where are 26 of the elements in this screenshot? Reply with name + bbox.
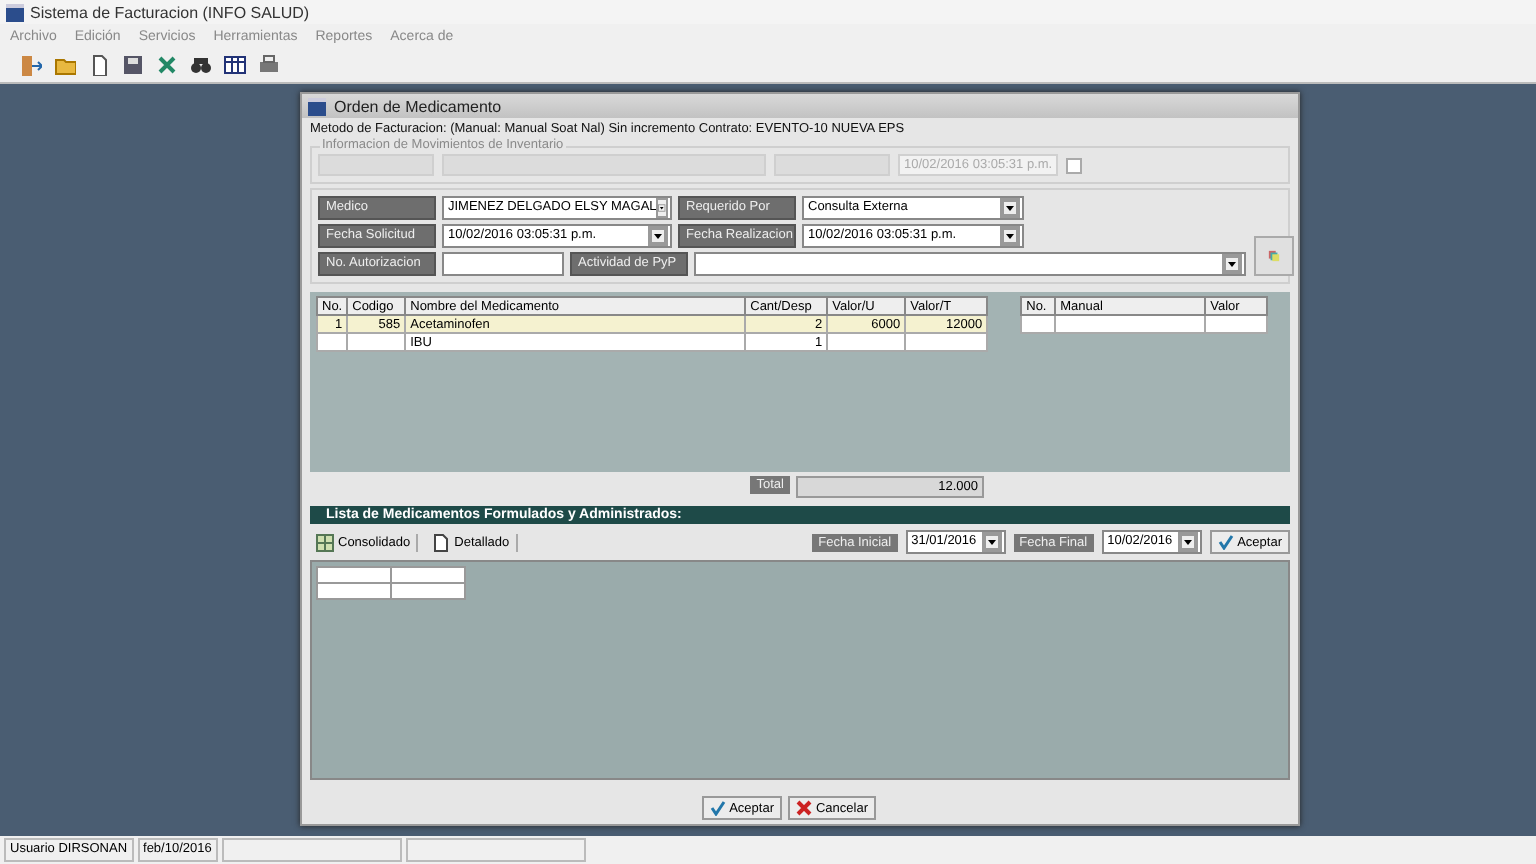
dropdown-arrow-icon[interactable] — [981, 532, 1002, 552]
grid-icon — [316, 533, 334, 551]
folder-icon[interactable] — [54, 54, 76, 76]
close-icon — [795, 800, 812, 816]
dropdown-arrow-icon[interactable] — [1000, 226, 1020, 246]
checkmark-icon — [709, 800, 726, 816]
dialog-title: Orden de Medicamento — [334, 97, 502, 115]
save-icon[interactable] — [122, 54, 144, 76]
delete-icon[interactable] — [156, 54, 178, 76]
dropdown-arrow-icon[interactable] — [1222, 254, 1242, 274]
binoculars-icon[interactable] — [190, 54, 212, 76]
printer-icon[interactable] — [258, 54, 280, 76]
dropdown-arrow-icon[interactable] — [648, 226, 668, 246]
dropdown-arrow-icon[interactable] — [1000, 198, 1020, 218]
dropdown-arrow-icon[interactable] — [1177, 532, 1198, 552]
dropdown-field[interactable] — [694, 252, 1246, 276]
app-icon — [6, 3, 24, 21]
window-title: Sistema de Facturacion (INFO SALUD) — [30, 3, 310, 21]
checkmark-icon — [1217, 534, 1234, 550]
app-icon — [308, 97, 326, 115]
discharge-checkbox[interactable] — [1066, 157, 1083, 173]
new-document-icon[interactable] — [88, 54, 110, 76]
table-icon[interactable] — [224, 54, 246, 76]
door-arrow-icon[interactable] — [20, 54, 42, 76]
input-field[interactable] — [442, 252, 564, 276]
document-icon — [432, 533, 451, 551]
